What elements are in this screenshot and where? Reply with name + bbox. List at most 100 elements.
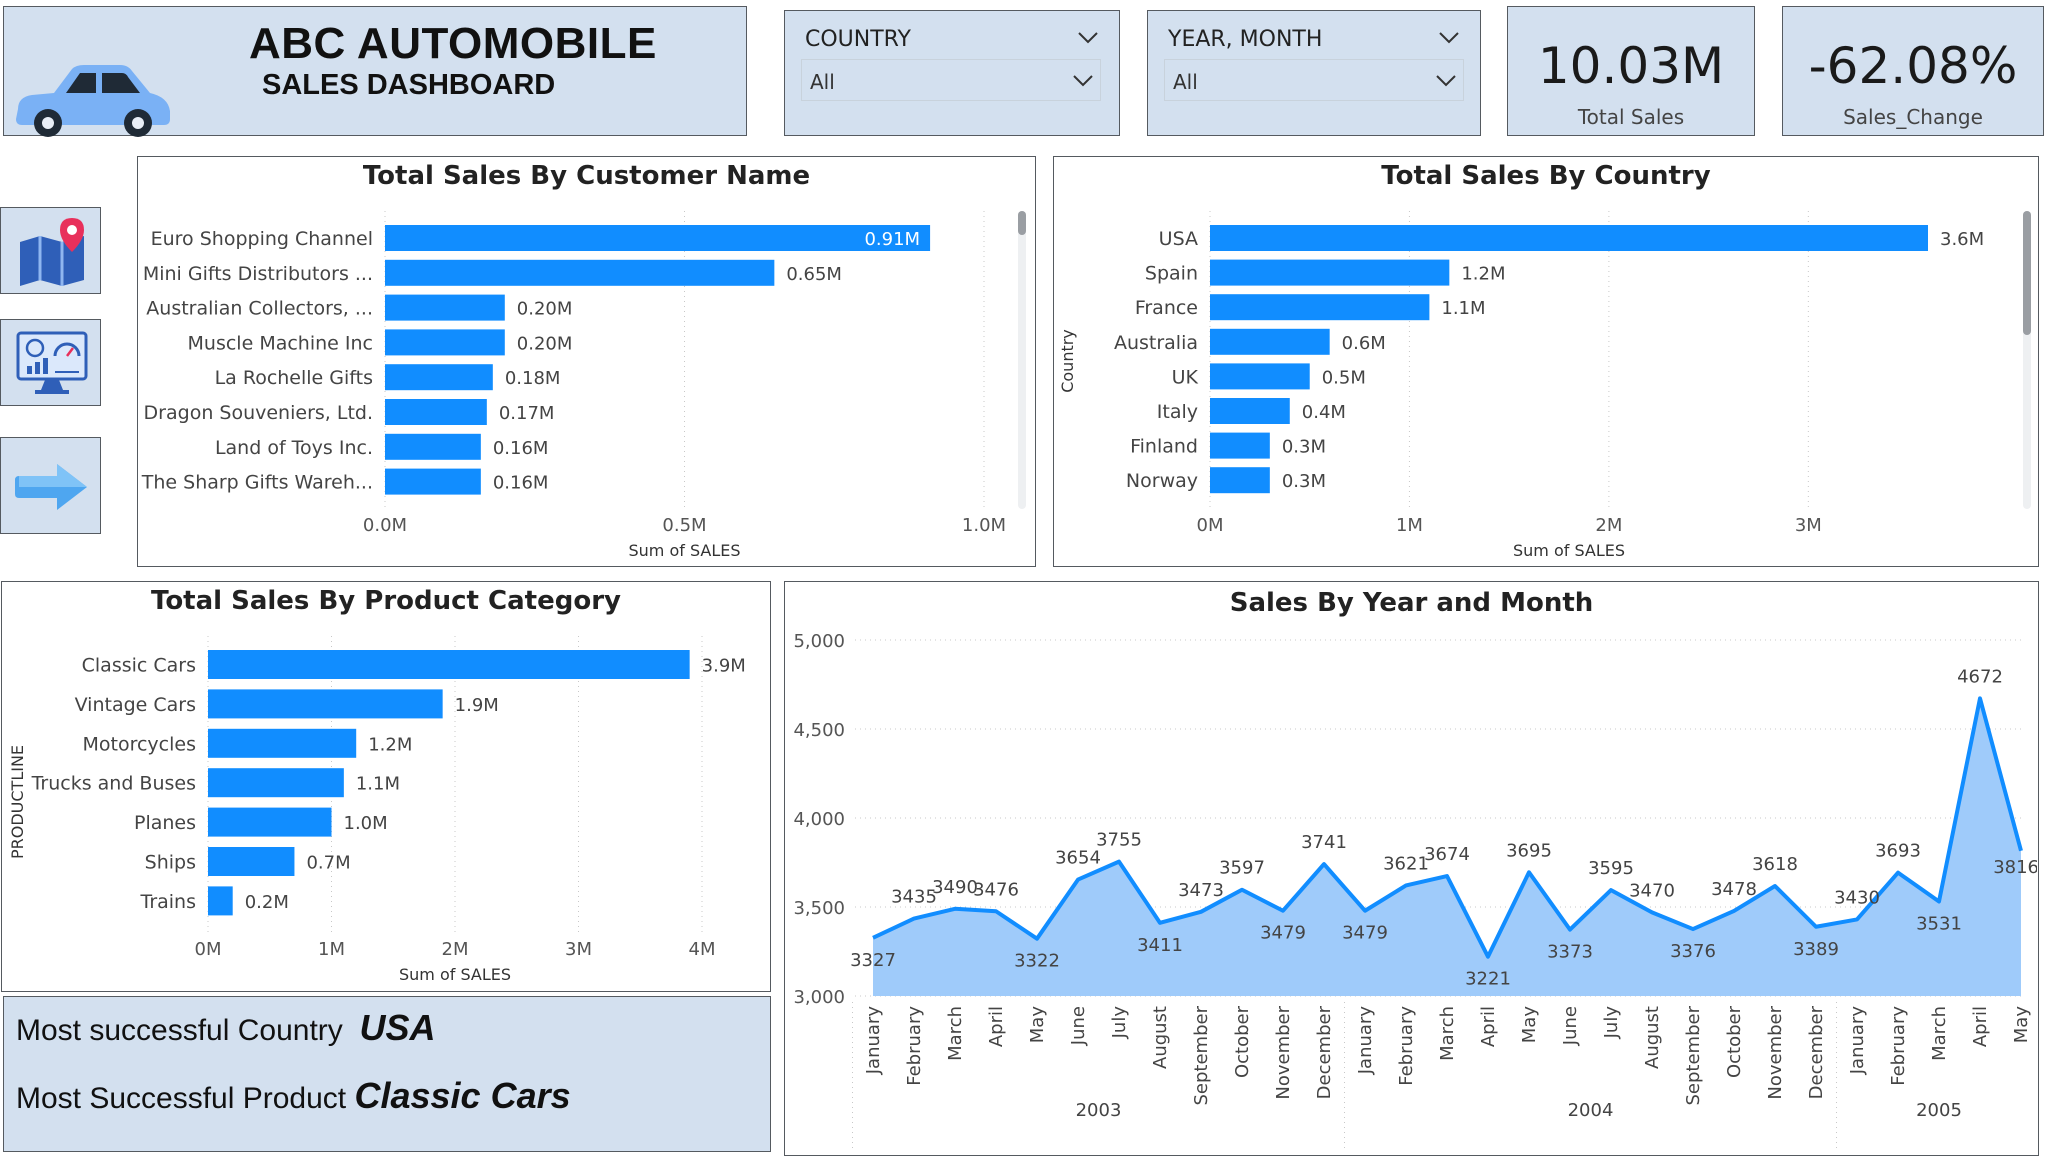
x-tick-label: 0M (195, 939, 222, 960)
bar[interactable] (1210, 432, 1270, 459)
bar[interactable] (1210, 294, 1430, 321)
scrollbar-thumb[interactable] (2023, 211, 2031, 335)
x-tick-label: 3M (565, 939, 592, 960)
data-label: 3435 (891, 887, 937, 908)
map-pin-icon (20, 218, 84, 286)
x-tick-label: October (1232, 1005, 1253, 1078)
bar[interactable] (1210, 467, 1270, 494)
y-tick-label: 3,500 (793, 898, 845, 919)
x-axis-title: Sum of SALES (628, 541, 740, 560)
data-label: 3322 (1014, 951, 1060, 972)
most-successful-product: Most Successful Product Classic Cars (16, 1075, 571, 1117)
x-tick-label: November (1765, 1005, 1786, 1099)
scrollbar[interactable] (2023, 211, 2031, 509)
category-label: Planes (134, 812, 196, 834)
bar[interactable] (385, 364, 493, 391)
bar[interactable] (385, 259, 775, 286)
scrollbar-thumb[interactable] (1018, 211, 1026, 235)
chevron-down-icon[interactable] (1438, 31, 1460, 45)
most-successful-product-value: Classic Cars (354, 1075, 571, 1116)
bar[interactable] (208, 807, 332, 837)
bar[interactable] (208, 689, 443, 719)
data-label: 3490 (932, 877, 978, 898)
category-label: Vintage Cars (75, 694, 196, 716)
arrow-right-icon (15, 464, 87, 510)
category-label: Australia (1114, 332, 1198, 354)
nav-next-button[interactable] (0, 437, 101, 534)
data-label: 3621 (1383, 853, 1429, 874)
x-tick-label: 0M (1197, 515, 1224, 536)
bar[interactable] (385, 225, 931, 251)
bar[interactable] (385, 329, 505, 356)
data-label: 3674 (1424, 844, 1470, 865)
y-tick-label: 3,000 (793, 987, 845, 1008)
most-successful-country-value: USA (359, 1007, 436, 1048)
bar[interactable] (1210, 363, 1310, 390)
bar[interactable] (208, 650, 690, 679)
bar[interactable] (385, 433, 481, 460)
data-label: 3373 (1547, 942, 1593, 963)
year-month-dropdown[interactable]: All (1164, 59, 1464, 101)
x-tick-label: 2M (1595, 515, 1622, 536)
data-label: 0.3M (1282, 471, 1326, 492)
bar[interactable] (385, 399, 487, 425)
bar[interactable] (385, 294, 505, 321)
data-label: 3479 (1260, 923, 1306, 944)
category-label: Finland (1130, 436, 1198, 458)
summary-tile: Most successful Country USA Most Success… (3, 996, 771, 1152)
bar[interactable] (1210, 259, 1450, 286)
category-label: Euro Shopping Channel (151, 228, 373, 250)
country-chart-panel: Total Sales By Country 0M 1M 2M 3M USA 3.6M Sp… (1053, 156, 2039, 567)
category-label: Ships (145, 852, 196, 874)
most-successful-country-label: Most successful Country (16, 1014, 343, 1047)
nav-map-button[interactable] (0, 207, 101, 294)
bar[interactable] (1210, 328, 1330, 355)
country-dropdown[interactable]: All (801, 59, 1101, 101)
bar[interactable] (1210, 225, 1928, 251)
category-label: Muscle Machine Inc (188, 332, 373, 354)
country-slicer[interactable]: COUNTRY All (784, 10, 1120, 136)
x-tick-label: July (1109, 1006, 1130, 1040)
data-label: 4672 (1957, 666, 2003, 687)
x-tick-label: December (1314, 1005, 1335, 1099)
bar[interactable] (208, 728, 357, 758)
country-dropdown-value: All (810, 70, 835, 94)
data-label: 0.3M (1282, 437, 1326, 458)
chevron-down-icon[interactable] (1077, 31, 1099, 45)
bar[interactable] (208, 768, 344, 798)
data-label: 3816 (1993, 857, 2037, 878)
x-tick-label: June (1068, 1006, 1089, 1046)
data-label: 0.16M (493, 438, 549, 459)
data-label: 1.1M (1441, 298, 1485, 319)
category-label: Spain (1145, 263, 1198, 285)
timeline-area-chart: 3,0003,5004,0004,5005,000332734353490347… (793, 631, 2037, 1148)
bar[interactable] (385, 468, 481, 495)
country-slicer-label: COUNTRY (805, 27, 911, 52)
bar[interactable] (1210, 398, 1290, 424)
category-label: Dragon Souveniers, Ltd. (144, 402, 373, 424)
x-axis-title: Sum of SALES (399, 965, 511, 984)
x-tick-label: July (1601, 1006, 1622, 1040)
data-label: 3.9M (702, 656, 746, 677)
customer-chart-panel: Total Sales By Customer Name 0.0M 0.5M 1.0… (137, 156, 1036, 567)
x-tick-label: January (863, 1006, 884, 1076)
category-label: Trucks and Buses (31, 773, 196, 795)
bar[interactable] (208, 886, 233, 916)
year-month-slicer[interactable]: YEAR, MONTH All (1147, 10, 1481, 136)
data-label: 1.0M (344, 813, 388, 834)
bar[interactable] (208, 847, 295, 876)
data-label: 0.6M (1342, 333, 1386, 354)
data-label: 3654 (1055, 848, 1101, 869)
scrollbar[interactable] (1018, 211, 1026, 509)
nav-dashboard-button[interactable] (0, 319, 101, 406)
chevron-down-icon[interactable] (1072, 74, 1094, 88)
x-tick-label: 3M (1795, 515, 1822, 536)
x-tick-label: 1M (1396, 515, 1423, 536)
category-label: Classic Cars (82, 655, 196, 677)
chevron-down-icon[interactable] (1435, 74, 1457, 88)
data-label: 0.20M (517, 299, 573, 320)
data-label: 0.65M (786, 264, 842, 285)
dashboard-monitor-icon (16, 331, 88, 394)
x-tick-label: January (1847, 1006, 1868, 1076)
x-tick-label: May (2011, 1006, 2032, 1044)
